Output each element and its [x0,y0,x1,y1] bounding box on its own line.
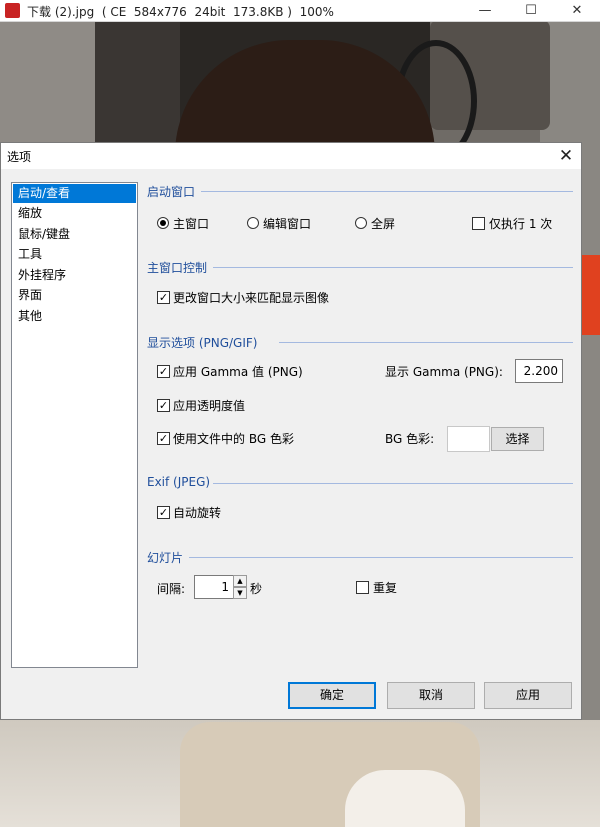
gamma-value-input[interactable]: 2.200 [515,359,563,383]
close-window-button[interactable]: ✕ [554,0,600,21]
radio-main-window[interactable] [157,217,169,229]
checkbox-resize-window[interactable]: ✓ [157,291,170,304]
section-title-main-window-control: 主窗口控制 [147,261,208,275]
apply-button[interactable]: 应用 [484,682,572,709]
section-title-exif: Exif (JPEG) [147,475,211,489]
radio-fullscreen-label: 全屏 [371,217,396,231]
checkbox-auto-rotate[interactable]: ✓ [157,506,170,519]
section-title-slideshow: 幻灯片 [147,551,184,565]
radio-main-window-label: 主窗口 [173,217,210,231]
app-icon [5,3,20,18]
section-divider [189,557,573,558]
spin-down-button[interactable]: ▼ [233,587,247,599]
checkbox-auto-rotate-label: 自动旋转 [173,506,222,520]
minimize-button[interactable]: — [462,0,508,21]
checkbox-only-once-label: 仅执行 1 次 [489,217,553,231]
bg-color-swatch[interactable] [447,426,490,452]
spin-up-button[interactable]: ▲ [233,575,247,587]
interval-input[interactable]: 1 [194,575,234,599]
nav-item-zoom[interactable]: 缩放 [13,204,136,223]
radio-edit-window-label: 编辑窗口 [263,217,312,231]
section-divider [279,342,573,343]
person-shoe-shape [345,770,465,827]
dialog-close-button[interactable]: ✕ [551,143,581,169]
checkbox-use-file-bg-label: 使用文件中的 BG 色彩 [173,432,294,446]
section-divider [213,483,573,484]
options-category-list: 启动/查看 缩放 鼠标/键盘 工具 外挂程序 界面 其他 [11,182,138,668]
seconds-label: 秒 [250,582,263,596]
nav-item-other[interactable]: 其他 [13,307,136,326]
gamma-value-label: 显示 Gamma (PNG): [385,365,503,379]
ok-button[interactable]: 确定 [288,682,376,709]
checkbox-apply-gamma[interactable]: ✓ [157,365,170,378]
checkbox-apply-transparency-label: 应用透明度值 [173,399,246,413]
viewer-title-bar: 下载 (2).jpg ( CE 584x776 24bit 173.8KB ) … [0,0,600,22]
interval-spinner: ▲ ▼ [233,575,247,599]
nav-item-tools[interactable]: 工具 [13,245,136,264]
section-divider [201,191,573,192]
radio-fullscreen[interactable] [355,217,367,229]
checkbox-apply-transparency[interactable]: ✓ [157,399,170,412]
dialog-title-bar: 选项 ✕ [1,143,581,169]
dialog-title: 选项 [7,150,32,164]
options-dialog: 选项 ✕ 启动/查看 缩放 鼠标/键盘 工具 外挂程序 界面 其他 启动窗口 主… [0,142,582,720]
section-title-display-options: 显示选项 (PNG/GIF) [147,336,258,350]
maximize-button[interactable]: ☐ [508,0,554,21]
traffic-cone-shape [582,255,600,335]
nav-item-interface[interactable]: 界面 [13,286,136,305]
section-divider [213,267,573,268]
checkbox-apply-gamma-label: 应用 Gamma 值 (PNG) [173,365,303,379]
nav-item-startup-view[interactable]: 启动/查看 [13,184,136,203]
checkbox-only-once[interactable] [472,217,485,230]
checkbox-repeat[interactable] [356,581,369,594]
bg-color-label: BG 色彩: [385,432,435,446]
section-title-startup-window: 启动窗口 [147,185,196,199]
cancel-button[interactable]: 取消 [387,682,475,709]
interval-label: 间隔: [157,582,186,596]
checkbox-use-file-bg[interactable]: ✓ [157,432,170,445]
radio-edit-window[interactable] [247,217,259,229]
checkbox-resize-window-label: 更改窗口大小来匹配显示图像 [173,291,330,305]
nav-item-plugins[interactable]: 外挂程序 [13,266,136,285]
viewer-title: 下载 (2).jpg ( CE 584x776 24bit 173.8KB ) … [27,5,334,19]
checkbox-repeat-label: 重复 [373,581,398,595]
choose-color-button[interactable]: 选择 [491,427,544,451]
nav-item-mouse-keyboard[interactable]: 鼠标/键盘 [13,225,136,244]
